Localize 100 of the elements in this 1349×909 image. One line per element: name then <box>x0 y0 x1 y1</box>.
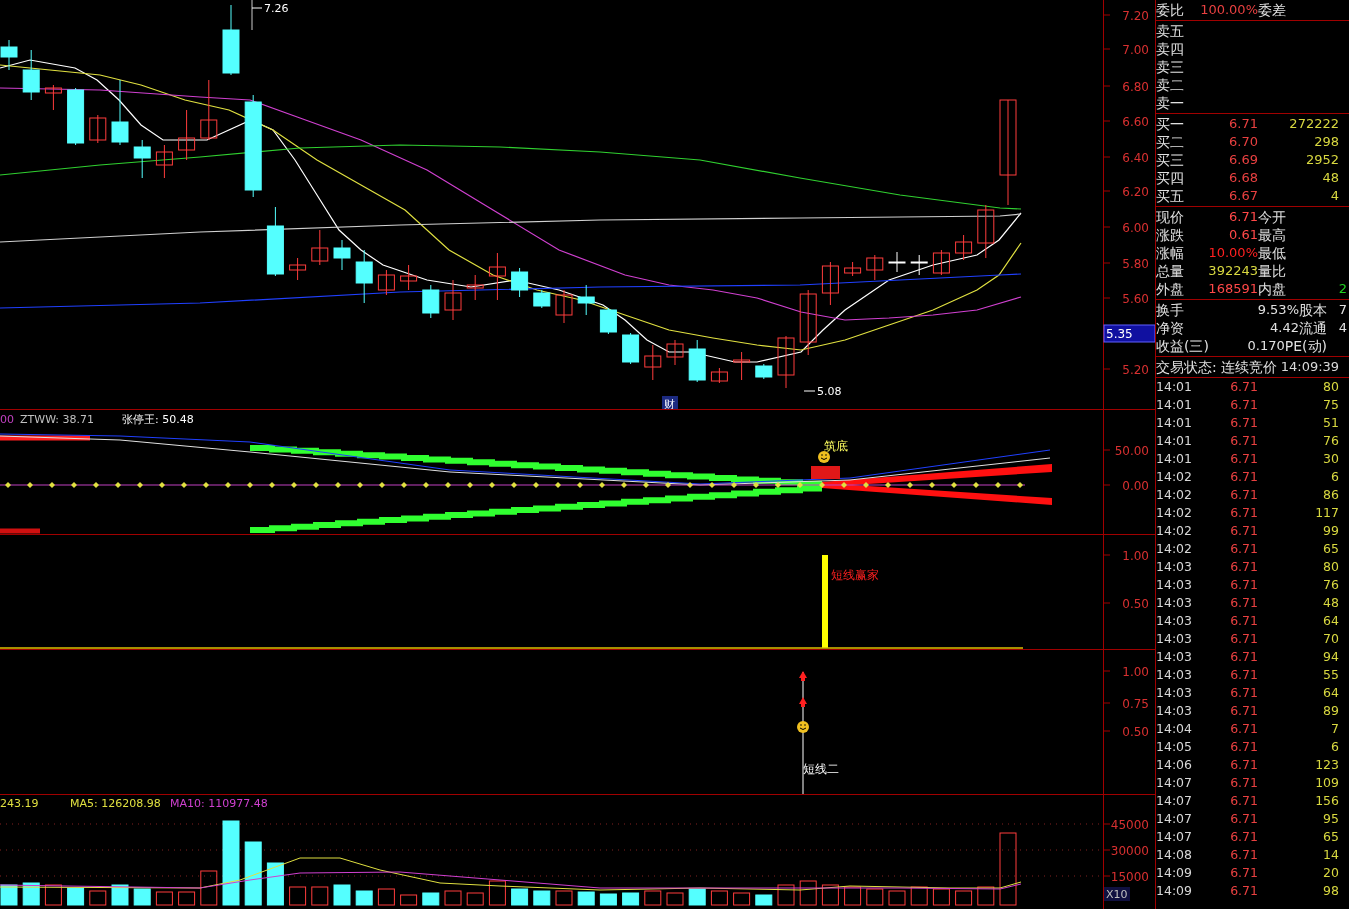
smiley-icon <box>797 721 809 733</box>
quote-value: 7 <box>1337 301 1348 319</box>
candlestick <box>111 79 129 146</box>
tick-time: 14:07 <box>1156 810 1194 828</box>
volume-bar <box>955 890 973 906</box>
tick-price: 6.71 <box>1229 702 1258 720</box>
tick-volume: 6 <box>1330 738 1340 756</box>
tick-price: 6.71 <box>1229 468 1258 486</box>
tick-time: 14:07 <box>1156 828 1194 846</box>
tick-price: 6.71 <box>1229 828 1258 846</box>
status-value: 连续竞价 <box>1220 358 1277 376</box>
volume-legend: 243.19 <box>0 797 39 810</box>
candlestick <box>222 4 240 76</box>
bid-label: 买一 <box>1156 115 1185 133</box>
tick-price: 6.71 <box>1229 756 1258 774</box>
candlestick <box>133 139 151 179</box>
bid-price: 6.69 <box>1228 151 1258 169</box>
volume-bar <box>555 890 573 906</box>
tick-price: 6.71 <box>1229 504 1258 522</box>
quote-label: 今开 <box>1258 208 1287 226</box>
tick-time: 14:03 <box>1156 576 1194 594</box>
tick-volume: 6 <box>1330 468 1340 486</box>
tick-price: 6.71 <box>1229 864 1258 882</box>
current-price-tag: 5.35 <box>1103 324 1155 343</box>
bid-volume: 48 <box>1321 169 1340 187</box>
tick-time: 14:09 <box>1156 864 1194 882</box>
axis-label: 6.40 <box>1122 151 1149 165</box>
candlestick <box>333 239 351 271</box>
quote-value: 0.170 <box>1246 337 1285 355</box>
tick-volume: 76 <box>1322 576 1340 594</box>
volume-bar <box>666 892 684 906</box>
tick-price: 6.71 <box>1229 522 1258 540</box>
candlestick <box>733 351 751 381</box>
candlestick <box>44 84 62 111</box>
volume-bar <box>200 870 218 906</box>
tick-price: 6.71 <box>1229 792 1258 810</box>
quote-label: 最高 <box>1258 226 1287 244</box>
tick-price: 6.71 <box>1229 684 1258 702</box>
axis-label: 50.00 <box>1114 444 1149 458</box>
quote-value: 4 <box>1337 319 1348 337</box>
tick-volume: 65 <box>1322 828 1340 846</box>
tick-time: 14:03 <box>1156 702 1194 720</box>
tick-volume: 86 <box>1322 486 1340 504</box>
axis-label: 0.75 <box>1122 697 1149 711</box>
candlestick <box>844 261 862 277</box>
tick-price: 6.71 <box>1229 612 1258 630</box>
volume-bar <box>111 884 129 906</box>
tick-time: 14:02 <box>1156 540 1194 558</box>
tick-time: 14:07 <box>1156 792 1194 810</box>
tick-time: 14:09 <box>1156 882 1194 900</box>
volume-bar <box>289 886 307 906</box>
candlestick <box>977 204 995 259</box>
candlestick <box>311 229 329 266</box>
bid-volume: 298 <box>1313 133 1340 151</box>
signal-band <box>0 528 40 534</box>
tick-volume: 109 <box>1314 774 1340 792</box>
tick-time: 14:01 <box>1156 396 1194 414</box>
signal-block <box>811 466 840 479</box>
quote-label: 流通 <box>1299 319 1327 337</box>
candlestick <box>400 264 418 291</box>
tick-volume: 117 <box>1314 504 1340 522</box>
bid-label: 买四 <box>1156 169 1185 187</box>
bid-price: 6.67 <box>1228 187 1258 205</box>
candlestick <box>289 257 307 281</box>
candlestick <box>266 206 284 277</box>
axis-label: 30000 <box>1110 844 1149 858</box>
volume-bar <box>799 880 817 906</box>
tick-volume: 156 <box>1314 792 1340 810</box>
tick-time: 14:07 <box>1156 774 1194 792</box>
tick-price: 6.71 <box>1229 774 1258 792</box>
tick-volume: 123 <box>1314 756 1340 774</box>
tick-volume: 80 <box>1322 558 1340 576</box>
axis-label: 45000 <box>1110 818 1149 832</box>
tick-volume: 64 <box>1322 612 1340 630</box>
bid-label: 买二 <box>1156 133 1185 151</box>
tick-volume: 70 <box>1322 630 1340 648</box>
tick-price: 6.71 <box>1229 450 1258 468</box>
axis-label: 5.60 <box>1122 292 1149 306</box>
axis-label: 5.80 <box>1122 257 1149 271</box>
tick-price: 6.71 <box>1229 648 1258 666</box>
tick-volume: 55 <box>1322 666 1340 684</box>
axis-label: 1.00 <box>1122 549 1149 563</box>
quote-label: 委差 <box>1258 1 1287 19</box>
quote-label: 涨幅 <box>1156 244 1185 262</box>
quote-label: 委比 <box>1156 1 1185 19</box>
volume-bar <box>67 887 85 906</box>
axis-label: 7.00 <box>1122 43 1149 57</box>
tick-price: 6.71 <box>1229 378 1258 396</box>
volume-bar <box>622 892 640 906</box>
tick-price: 6.71 <box>1229 432 1258 450</box>
event-badge[interactable]: 财 <box>662 396 678 410</box>
signal-label: 筑底 <box>824 439 848 453</box>
volume-bar <box>155 891 173 906</box>
candlestick <box>555 289 573 324</box>
volume-bar <box>89 890 107 906</box>
candlestick <box>155 144 173 179</box>
candlestick <box>67 87 85 146</box>
tick-volume: 30 <box>1322 450 1340 468</box>
tick-price: 6.71 <box>1229 414 1258 432</box>
bid-volume: 272222 <box>1288 115 1340 133</box>
